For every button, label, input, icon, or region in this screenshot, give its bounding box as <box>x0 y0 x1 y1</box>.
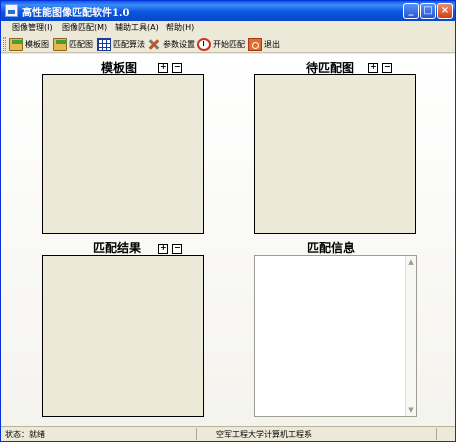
info-panel-title: 匹配信息 <box>307 241 356 255</box>
toolbar-algorithm-label: 匹配算法 <box>113 39 145 49</box>
status-bar: 状态：就绪 空军工程大学计算机工程系 <box>1 426 455 441</box>
open-folder-icon <box>53 37 67 51</box>
match-info-textarea[interactable]: ▲ ▼ <box>254 255 417 417</box>
menu-image-matching[interactable]: 图像匹配(M) <box>62 22 107 33</box>
result-zoom-in-icon[interactable] <box>158 243 168 254</box>
result-zoom-out-icon[interactable] <box>172 243 182 254</box>
menu-help[interactable]: 帮助(H) <box>166 22 194 33</box>
tools-icon <box>147 38 161 51</box>
toolbar-start-match-label: 开始匹配 <box>213 39 245 49</box>
template-image-box[interactable] <box>42 74 204 234</box>
result-image-box[interactable] <box>42 255 204 417</box>
client-area: 模板图 待匹配图 匹配结果 匹配信息 ▲ ▼ <box>1 54 455 426</box>
toolbar-parameters-label: 参数设置 <box>163 39 195 49</box>
scroll-up-icon[interactable]: ▲ <box>406 257 416 267</box>
window-title: 高性能图像匹配软件1.0 <box>22 8 130 19</box>
close-button[interactable]: × <box>437 3 453 19</box>
toolbar-match-image-button[interactable]: 匹配图 <box>53 36 93 52</box>
title-bar[interactable]: 高性能图像匹配软件1.0 _ □ × <box>1 1 455 21</box>
toolbar-template-label: 模板图 <box>25 39 49 49</box>
info-scrollbar[interactable]: ▲ ▼ <box>405 256 416 416</box>
grid-icon <box>97 37 111 51</box>
toolbar-parameters-button[interactable]: 参数设置 <box>147 36 195 52</box>
toolbar-algorithm-button[interactable]: 匹配算法 <box>97 36 145 52</box>
status-separator <box>436 428 437 440</box>
toolbar-grip[interactable] <box>3 37 6 51</box>
toolbar-exit-button[interactable]: 退出 <box>248 36 280 52</box>
toolbar-template-button[interactable]: 模板图 <box>9 36 49 52</box>
open-folder-icon <box>9 37 23 51</box>
template-zoom-out-icon[interactable] <box>172 62 182 73</box>
app-icon[interactable] <box>5 4 18 17</box>
menu-aux-tools[interactable]: 辅助工具(A) <box>115 22 159 33</box>
target-image-box[interactable] <box>254 74 416 234</box>
status-text: 状态：就绪 <box>5 430 45 439</box>
menu-bar: 图像管理(I) 图像匹配(M) 辅助工具(A) 帮助(H) <box>1 21 455 35</box>
toolbar: 模板图 匹配图 匹配算法 参数设置 开始匹配 退出 <box>1 35 455 53</box>
clock-icon <box>197 37 211 51</box>
target-zoom-out-icon[interactable] <box>382 62 392 73</box>
main-window: 高性能图像匹配软件1.0 _ □ × 图像管理(I) 图像匹配(M) 辅助工具(… <box>0 0 456 442</box>
minimize-button[interactable]: _ <box>403 3 419 19</box>
toolbar-exit-label: 退出 <box>264 39 280 49</box>
status-separator <box>196 428 197 440</box>
toolbar-match-image-label: 匹配图 <box>69 39 93 49</box>
scroll-down-icon[interactable]: ▼ <box>406 405 416 415</box>
menu-image-management[interactable]: 图像管理(I) <box>12 22 53 33</box>
template-zoom-in-icon[interactable] <box>158 62 168 73</box>
toolbar-start-match-button[interactable]: 开始匹配 <box>197 36 245 52</box>
maximize-button[interactable]: □ <box>420 3 436 19</box>
exit-icon <box>248 37 262 51</box>
status-organization: 空军工程大学计算机工程系 <box>216 430 312 439</box>
target-zoom-in-icon[interactable] <box>368 62 378 73</box>
result-panel-title: 匹配结果 <box>93 241 142 255</box>
